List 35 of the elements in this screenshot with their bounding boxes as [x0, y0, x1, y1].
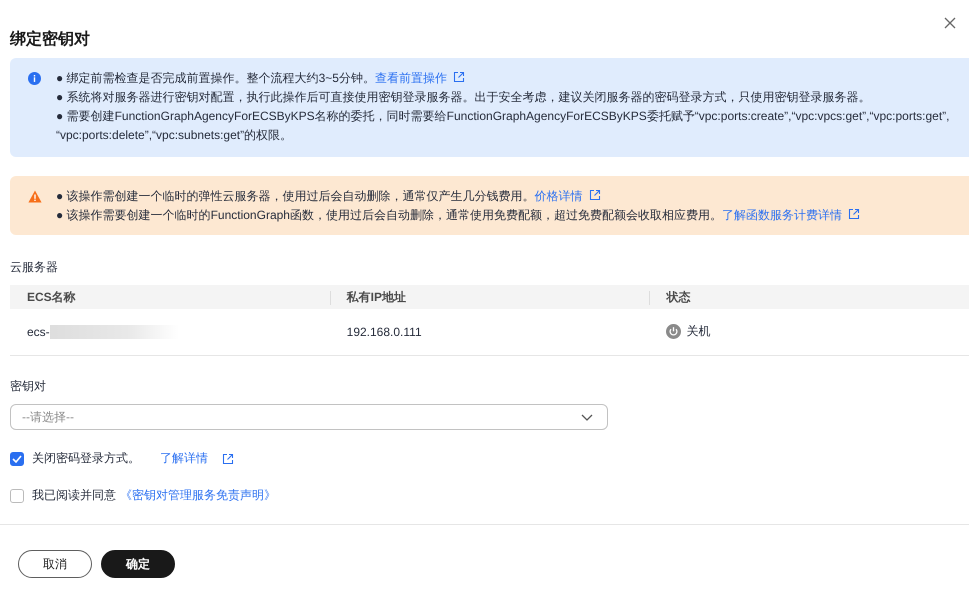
- notice-text: ● 系统将对服务器进行密钥对配置，执行此操作后可直接使用密钥登录服务器。出于安全考虑，建议关闭服务器的密码登录方式，只使用密钥登录服务器。: [56, 90, 871, 104]
- external-link-icon: [848, 208, 860, 220]
- external-link-icon: [452, 71, 465, 83]
- confirm-button[interactable]: 确定: [101, 550, 175, 578]
- field-label: 密钥对: [9, 378, 47, 394]
- notice-text: ● 该操作需创建一个临时的弹性云服务器，使用过后会自动删除，通常仅产生几分钱费用。: [56, 189, 535, 203]
- link[interactable]: 了解详情: [160, 450, 208, 467]
- power-icon: [666, 324, 682, 338]
- keypair-dropdown[interactable]: --请选择--: [10, 404, 608, 430]
- notice-text: ● 绑定前需检查是否完成前置操作。整个流程大约3~5分钟。: [56, 71, 375, 85]
- checkbox[interactable]: [10, 452, 24, 466]
- external-link-icon: [222, 452, 234, 464]
- link[interactable]: 《密钥对管理服务免责声明》: [120, 487, 276, 504]
- table-cell: 192.168.0.111: [346, 325, 422, 339]
- notice-link[interactable]: 查看前置操作: [374, 71, 447, 85]
- notice-link[interactable]: 价格详情: [534, 189, 583, 203]
- table-cell: ecs-: [27, 325, 50, 339]
- info-icon: [28, 72, 41, 85]
- warning-icon: [28, 190, 42, 203]
- chevron-down-icon: [581, 414, 593, 420]
- checkbox-label: 我已阅读并同意: [32, 487, 116, 504]
- external-link-icon: [588, 189, 601, 201]
- column-header: ECS名称: [10, 285, 330, 309]
- column-header: 状态: [649, 285, 969, 309]
- section-label: 云服务器: [9, 259, 59, 275]
- notice-text: ● 需要创建FunctionGraphAgencyForECSByKPS名称的委托，同时需要给FunctionGraphAgencyForECSByKPS委托赋予“vpc:ports:create”,“vpc:vpcs:get”,“vpc:ports:get”, “vpc:ports:delete”,“vpc:subnets:get”的权限。: [56, 109, 950, 142]
- notice-link[interactable]: 了解函数服务计费详情: [722, 208, 842, 222]
- notice-text: ● 该操作需要创建一个临时的FunctionGraph函数，使用过后会自动删除，通常使用免费配额，超过免费配额会收取相应费用。: [56, 208, 722, 222]
- table-cell: 关机: [686, 322, 710, 340]
- cancel-button[interactable]: 取消: [18, 550, 92, 578]
- checkbox[interactable]: [10, 488, 24, 502]
- column-header: 私有IP地址: [330, 285, 650, 309]
- close-icon[interactable]: [943, 16, 957, 30]
- checkbox-label: 关闭密码登录方式。: [32, 450, 140, 467]
- dialog-title: 绑定密钥对: [10, 29, 90, 50]
